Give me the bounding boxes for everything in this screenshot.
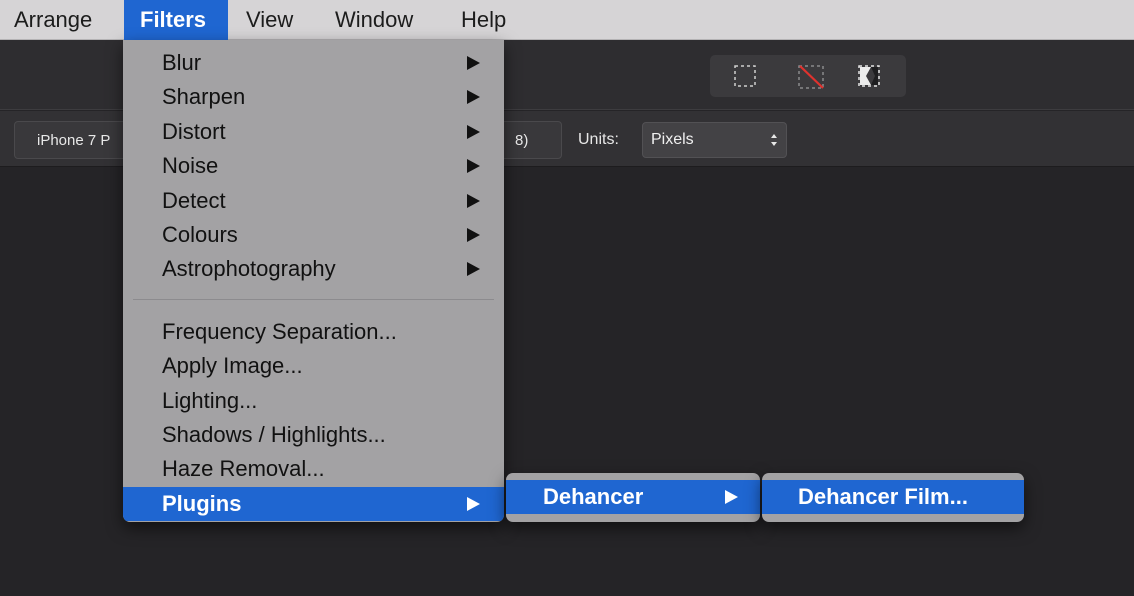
menu-arrange[interactable]: Arrange [0, 0, 124, 40]
deselect-icon [798, 65, 824, 89]
menu-window[interactable]: Window [318, 0, 444, 40]
menu-item-colours[interactable]: Colours [123, 218, 504, 252]
menu-item-label: Dehancer [543, 484, 644, 509]
invert-selection-button[interactable] [844, 55, 894, 97]
plugins-submenu: Dehancer [506, 473, 760, 522]
submenu-arrow-icon [467, 90, 480, 105]
menu-item-shadows-highlights[interactable]: Shadows / Highlights... [123, 418, 504, 452]
units-label: Units: [578, 131, 619, 148]
deselect-button[interactable] [784, 55, 834, 97]
submenu-arrow-icon [467, 124, 480, 139]
filters-menu: Blur Sharpen Distort Noise Detect Colour… [123, 40, 504, 522]
submenu-arrow-icon [467, 56, 480, 70]
invert-selection-icon [858, 65, 880, 87]
menu-view[interactable]: View [228, 0, 318, 40]
menu-item-label: Sharpen [162, 84, 246, 110]
menu-item-label: Noise [162, 153, 219, 179]
menu-item-label: Plugins [162, 490, 242, 516]
submenu-arrow-icon [725, 490, 738, 504]
menu-item-lighting[interactable]: Lighting... [123, 384, 504, 418]
menu-item-dehancer[interactable]: Dehancer [506, 480, 760, 515]
marquee-select-button[interactable] [720, 55, 770, 97]
selection-tools-group [710, 55, 906, 97]
menu-item-label: Detect [162, 187, 226, 213]
menu-separator [133, 298, 494, 300]
menu-item-sharpen[interactable]: Sharpen [123, 80, 504, 114]
preset-label: iPhone 7 P [37, 132, 111, 149]
menu-item-blur[interactable]: Blur [123, 46, 504, 80]
menu-item-apply-image[interactable]: Apply Image... [123, 349, 504, 383]
submenu-arrow-icon [467, 227, 480, 242]
menu-item-frequency-separation[interactable]: Frequency Separation... [123, 315, 504, 349]
submenu-arrow-icon [467, 193, 480, 208]
menu-item-label: Astrophotography [162, 256, 336, 282]
menu-help[interactable]: Help [444, 0, 534, 40]
menu-filters[interactable]: Filters [124, 0, 228, 40]
menu-item-plugins[interactable]: Plugins [123, 486, 504, 522]
submenu-arrow-icon [467, 496, 480, 511]
menu-item-dehancer-film[interactable]: Dehancer Film... [762, 480, 1024, 515]
chevron-up-down-icon [771, 134, 777, 146]
dehancer-submenu: Dehancer Film... [762, 473, 1024, 522]
menu-bar: Arrange Filters View Window Help [0, 0, 1134, 40]
menu-item-label: Colours [162, 221, 238, 247]
preset-label-tail: 8) [515, 132, 529, 149]
app-window: Arrange Filters View Window Help iPhone … [0, 0, 1134, 596]
menu-item-label: Blur [162, 50, 202, 75]
units-value: Pixels [651, 131, 694, 148]
menu-item-haze-removal[interactable]: Haze Removal... [123, 452, 504, 486]
menu-item-label: Distort [162, 118, 226, 144]
menu-item-detect[interactable]: Detect [123, 184, 504, 218]
menu-item-distort[interactable]: Distort [123, 115, 504, 149]
menu-item-astrophotography[interactable]: Astrophotography [123, 252, 504, 286]
menu-item-noise[interactable]: Noise [123, 149, 504, 183]
submenu-arrow-icon [467, 262, 480, 277]
marquee-select-icon [734, 65, 756, 87]
units-select[interactable]: Pixels [642, 122, 787, 158]
submenu-arrow-icon [467, 159, 480, 174]
